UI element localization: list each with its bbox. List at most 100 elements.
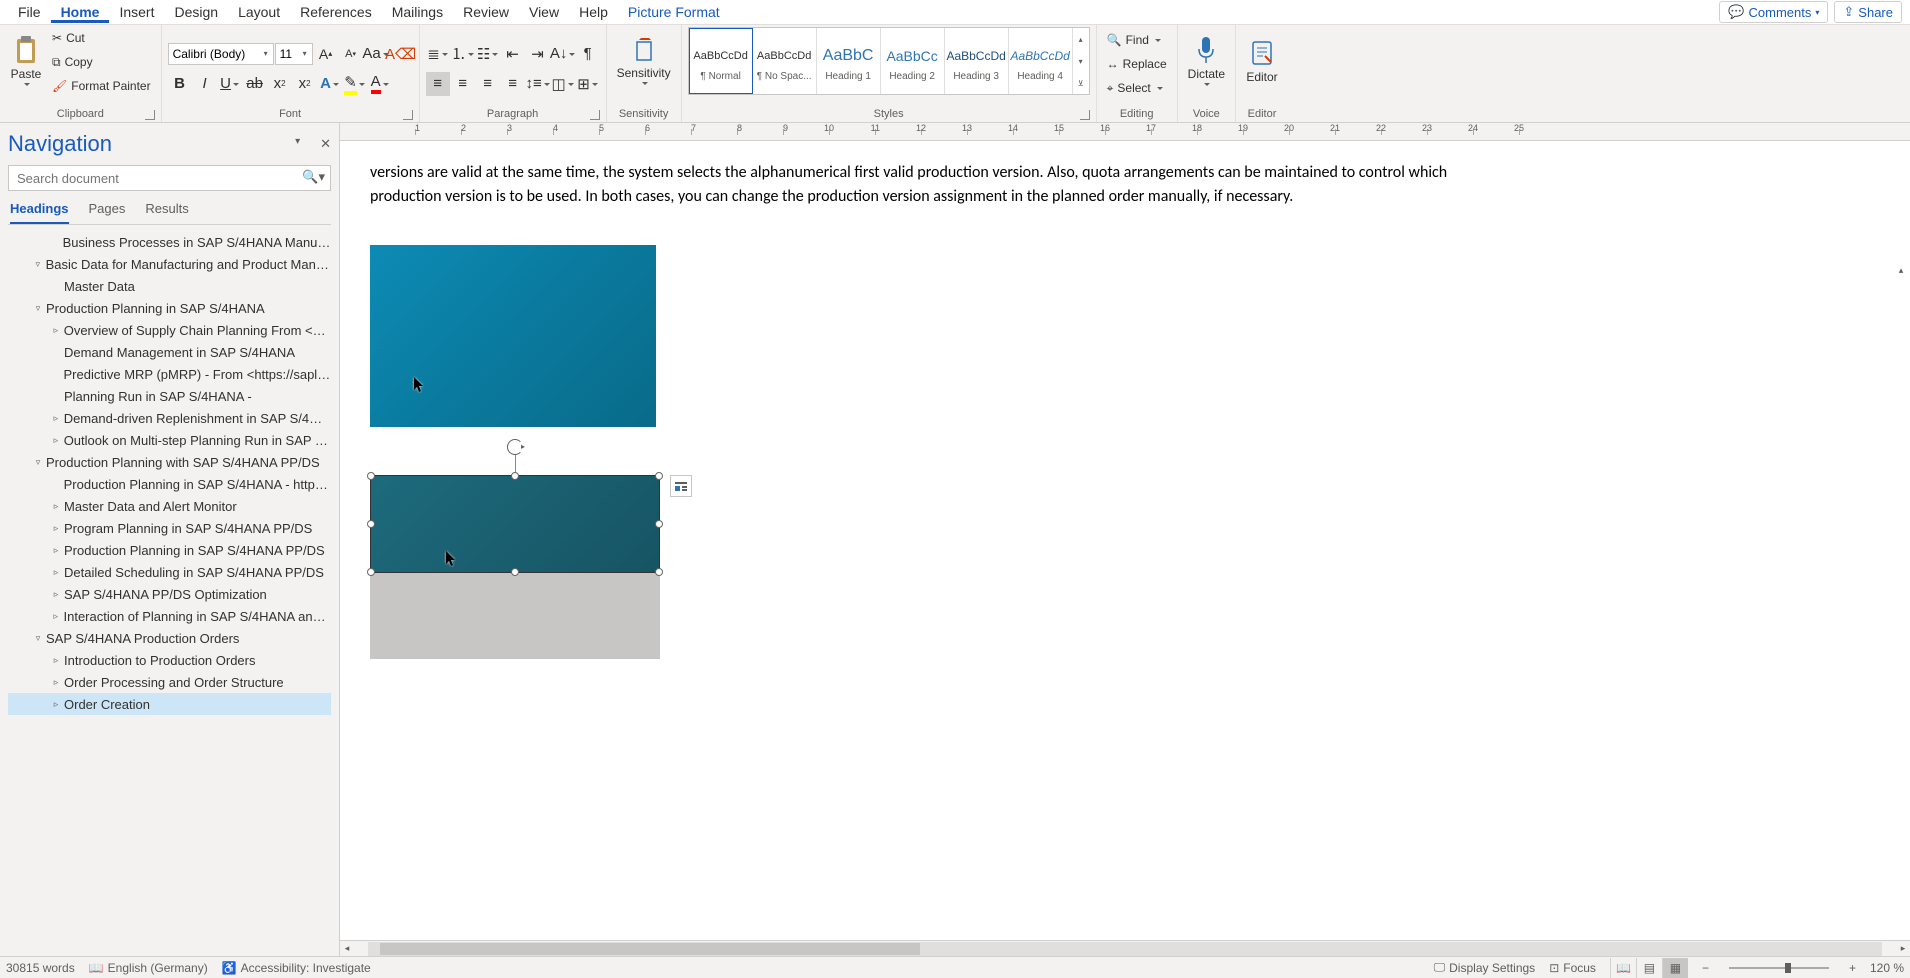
expand-icon[interactable]: ▹: [50, 677, 62, 688]
style-heading4[interactable]: AaBbCcDdHeading 4: [1009, 28, 1073, 94]
font-size-combo[interactable]: ▾: [275, 43, 313, 65]
multilevel-button[interactable]: ☷: [476, 42, 500, 66]
nav-heading-item[interactable]: ▹Master Data and Alert Monitor: [8, 495, 331, 517]
style-heading3[interactable]: AaBbCcDdHeading 3: [945, 28, 1009, 94]
style-heading1[interactable]: AaBbCHeading 1: [817, 28, 881, 94]
focus-mode[interactable]: ⊡Focus: [1549, 961, 1596, 975]
resize-handle-n[interactable]: [511, 472, 519, 480]
tab-mailings[interactable]: Mailings: [382, 2, 453, 22]
nav-search-input[interactable]: [8, 165, 331, 191]
bullets-button[interactable]: ≣: [426, 42, 450, 66]
tab-view[interactable]: View: [519, 2, 569, 22]
tab-file[interactable]: File: [8, 2, 51, 22]
search-icon[interactable]: 🔍▾: [302, 169, 325, 185]
tab-picture-format[interactable]: Picture Format: [618, 2, 730, 22]
scroll-left-button[interactable]: ◂: [340, 943, 354, 954]
replace-button[interactable]: ↔Replace: [1103, 53, 1171, 75]
view-web-button[interactable]: ▦: [1662, 958, 1688, 978]
paste-button[interactable]: Paste: [6, 27, 46, 95]
increase-indent-button[interactable]: ⇥: [526, 42, 550, 66]
resize-handle-e[interactable]: [655, 520, 663, 528]
shading-button[interactable]: ◫: [551, 72, 575, 96]
align-left-button[interactable]: ≡: [426, 72, 450, 96]
comments-button[interactable]: 💬Comments▾: [1719, 1, 1828, 23]
nav-heading-item[interactable]: Production Planning in SAP S/4HANA - htt…: [8, 473, 331, 495]
select-button[interactable]: ⌖Select: [1103, 77, 1167, 99]
grow-font-button[interactable]: A▴: [314, 42, 338, 66]
display-settings[interactable]: 🖵Display Settings: [1434, 960, 1536, 975]
nav-heading-item[interactable]: Predictive MRP (pMRP) - From <https://sa…: [8, 363, 331, 385]
zoom-out-button[interactable]: −: [1702, 961, 1709, 975]
nav-heading-item[interactable]: ▹Overview of Supply Chain Planning From …: [8, 319, 331, 341]
resize-handle-ne[interactable]: [655, 472, 663, 480]
superscript-button[interactable]: x2: [293, 72, 317, 96]
image-block-1[interactable]: [370, 245, 656, 427]
borders-button[interactable]: ⊞: [576, 72, 600, 96]
zoom-in-button[interactable]: +: [1849, 961, 1856, 975]
expand-icon[interactable]: ▹: [50, 699, 62, 710]
nav-heading-item[interactable]: ▹SAP S/4HANA PP/DS Optimization: [8, 583, 331, 605]
text-effects-button[interactable]: A: [318, 72, 342, 96]
expand-icon[interactable]: ▹: [50, 567, 62, 578]
horizontal-ruler[interactable]: 1234567891011121314151617181920212223242…: [340, 123, 1910, 141]
word-count[interactable]: 30815 words: [6, 961, 75, 975]
change-case-button[interactable]: Aa: [364, 42, 388, 66]
sort-button[interactable]: A↓: [551, 42, 575, 66]
resize-handle-w[interactable]: [367, 520, 375, 528]
style-no-spacing[interactable]: AaBbCcDd¶ No Spac...: [753, 28, 817, 94]
nav-search[interactable]: 🔍▾: [8, 165, 331, 191]
view-read-button[interactable]: 📖: [1610, 958, 1636, 978]
expand-icon[interactable]: ▿: [32, 633, 44, 644]
tab-design[interactable]: Design: [164, 2, 228, 22]
scroll-up-button[interactable]: ▴: [1894, 263, 1908, 277]
clipboard-launcher[interactable]: [145, 110, 155, 120]
numbering-button[interactable]: ⒈: [451, 42, 475, 66]
nav-tab-pages[interactable]: Pages: [89, 197, 126, 224]
font-launcher[interactable]: [403, 110, 413, 120]
nav-heading-item[interactable]: ▹Detailed Scheduling in SAP S/4HANA PP/D…: [8, 561, 331, 583]
image-block-2[interactable]: [370, 475, 660, 659]
clear-formatting-button[interactable]: A⌫: [389, 42, 413, 66]
expand-icon[interactable]: ▹: [50, 611, 61, 622]
font-color-button[interactable]: A: [368, 72, 392, 96]
strikethrough-button[interactable]: ab: [243, 72, 267, 96]
nav-heading-item[interactable]: ▹Introduction to Production Orders: [8, 649, 331, 671]
nav-heading-item[interactable]: Master Data: [8, 275, 331, 297]
nav-heading-item[interactable]: ▹Program Planning in SAP S/4HANA PP/DS: [8, 517, 331, 539]
copy-button[interactable]: ⧉Copy: [48, 51, 155, 73]
format-painter-button[interactable]: 🖌Format Painter: [48, 75, 155, 97]
expand-icon[interactable]: ▿: [32, 259, 44, 270]
nav-options-button[interactable]: ▾: [295, 136, 300, 152]
expand-icon[interactable]: ▹: [50, 545, 62, 556]
nav-heading-item[interactable]: ▿SAP S/4HANA Production Orders: [8, 627, 331, 649]
nav-close-button[interactable]: ✕: [320, 136, 331, 152]
cut-button[interactable]: ✂Cut: [48, 27, 155, 49]
zoom-level[interactable]: 120 %: [1870, 961, 1904, 975]
nav-heading-item[interactable]: ▿Production Planning in SAP S/4HANA: [8, 297, 331, 319]
tab-insert[interactable]: Insert: [109, 2, 164, 22]
view-print-button[interactable]: ▤: [1636, 958, 1662, 978]
bold-button[interactable]: B: [168, 72, 192, 96]
nav-heading-item[interactable]: ▹Demand-driven Replenishment in SAP S/4H…: [8, 407, 331, 429]
expand-icon[interactable]: ▹: [50, 325, 62, 336]
nav-heading-item[interactable]: ▿Basic Data for Manufacturing and Produc…: [8, 253, 331, 275]
nav-heading-item[interactable]: Business Processes in SAP S/4HANA Manufa…: [8, 231, 331, 253]
resize-handle-se[interactable]: [655, 568, 663, 576]
line-spacing-button[interactable]: ↕≡: [526, 72, 550, 96]
expand-icon[interactable]: ▿: [32, 303, 44, 314]
expand-icon[interactable]: ▹: [50, 413, 62, 424]
tab-home[interactable]: Home: [51, 2, 110, 23]
styles-gallery-more[interactable]: ▴▾⊻: [1073, 28, 1089, 94]
font-name-combo[interactable]: ▾: [168, 43, 274, 65]
editor-button[interactable]: Editor: [1242, 27, 1282, 95]
nav-heading-item[interactable]: ▹Order Creation: [8, 693, 331, 715]
expand-icon[interactable]: ▹: [50, 655, 62, 666]
document-canvas[interactable]: versions are valid at the same time, the…: [340, 141, 1910, 940]
style-normal[interactable]: AaBbCcDd¶ Normal: [689, 28, 753, 94]
layout-options-button[interactable]: [670, 475, 692, 497]
expand-icon[interactable]: ▹: [50, 435, 62, 446]
tab-layout[interactable]: Layout: [228, 2, 290, 22]
paragraph-launcher[interactable]: [590, 110, 600, 120]
italic-button[interactable]: I: [193, 72, 217, 96]
style-heading2[interactable]: AaBbCcHeading 2: [881, 28, 945, 94]
